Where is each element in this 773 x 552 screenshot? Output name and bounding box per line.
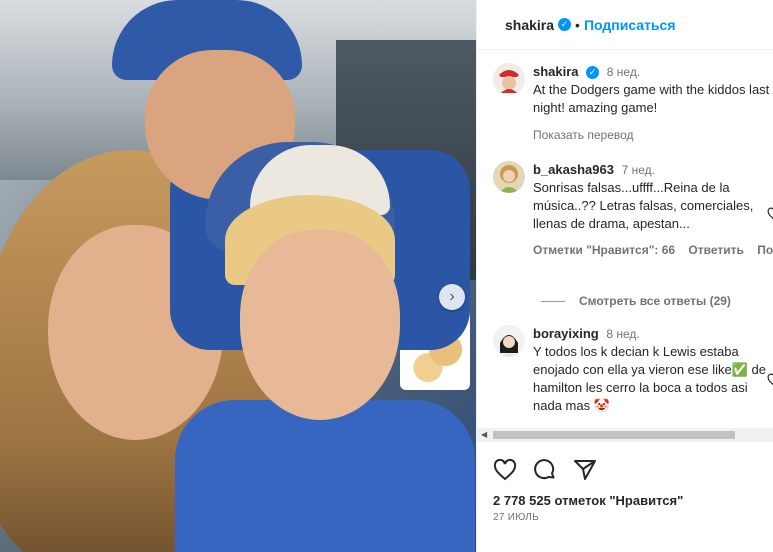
verified-badge-icon: ✓ — [586, 66, 600, 80]
translate-link[interactable]: Показать перевод — [533, 126, 773, 144]
comment-body: borayixing 8 нед. Y todos los k decian k… — [533, 325, 773, 415]
comment-body: b_akasha963 7 нед. Sonrisas falsas...uff… — [533, 161, 773, 259]
follow-button[interactable]: Подписаться — [584, 17, 676, 33]
heart-icon[interactable] — [767, 373, 773, 387]
more-options-button[interactable]: Пожа — [757, 243, 773, 257]
horizontal-scrollbar[interactable]: ◀ — [477, 428, 773, 442]
caption-time[interactable]: 8 нед. — [607, 65, 640, 79]
comment-username[interactable]: b_akasha963 — [533, 162, 614, 177]
heart-icon — [493, 458, 517, 481]
share-plane-icon — [574, 460, 596, 480]
post-date[interactable]: 27 ИЮЛЬ — [493, 512, 539, 523]
comment-time[interactable]: 7 нед. — [622, 163, 655, 177]
comment-likes[interactable]: Отметки "Нравится": 66 — [533, 243, 675, 257]
comment-time[interactable]: 8 нед. — [606, 327, 639, 341]
avatar[interactable] — [493, 63, 525, 95]
post-header: shakira ✓ • Подписаться — [477, 0, 773, 50]
separator-dot: • — [575, 16, 580, 33]
caption-username[interactable]: shakira — [533, 64, 579, 79]
share-button[interactable] — [573, 458, 597, 487]
replies-divider — [541, 300, 565, 302]
scrollbar-thumb[interactable] — [493, 431, 735, 439]
comment-text: Y todos los k decian k Lewis estaba enoj… — [533, 344, 766, 413]
heart-icon[interactable] — [767, 207, 773, 221]
reply-button[interactable]: Ответить — [688, 243, 743, 257]
author-username[interactable]: shakira — [505, 17, 554, 33]
comment-meta: Отметки "Нравится": 66 Ответить Пожа — [533, 241, 773, 259]
view-replies-button[interactable]: Смотреть все ответы (29) — [541, 294, 731, 308]
caption-text: At the Dodgers game with the kiddos last… — [533, 82, 770, 115]
verified-badge-icon: ✓ — [558, 18, 572, 31]
scroll-left-icon[interactable]: ◀ — [481, 430, 487, 439]
comment-text: Sonrisas falsas...uffff...Reina de la mú… — [533, 180, 754, 231]
post-photo[interactable] — [0, 0, 476, 552]
avatar[interactable] — [493, 161, 525, 193]
comment-button[interactable] — [533, 458, 557, 487]
chevron-right-icon[interactable]: › — [439, 284, 465, 310]
post-actions — [493, 458, 597, 487]
comment-bubble-icon — [534, 459, 555, 480]
avatar[interactable] — [493, 325, 525, 357]
boy2-shirt — [175, 400, 475, 552]
translate-label[interactable]: Показать перевод — [533, 128, 634, 142]
caption-body: shakira ✓ 8 нед. At the Dodgers game wit… — [533, 63, 773, 144]
boy2-face — [240, 230, 400, 420]
comment-username[interactable]: borayixing — [533, 326, 599, 341]
post-sidebar: shakira ✓ • Подписаться shakira ✓ 8 нед.… — [476, 0, 773, 552]
like-button[interactable] — [493, 458, 517, 487]
view-replies-label[interactable]: Смотреть все ответы (29) — [579, 294, 731, 308]
comments-list: shakira ✓ 8 нед. At the Dodgers game wit… — [477, 51, 773, 446]
likes-count[interactable]: 2 778 525 отметок "Нравится" — [493, 493, 683, 508]
